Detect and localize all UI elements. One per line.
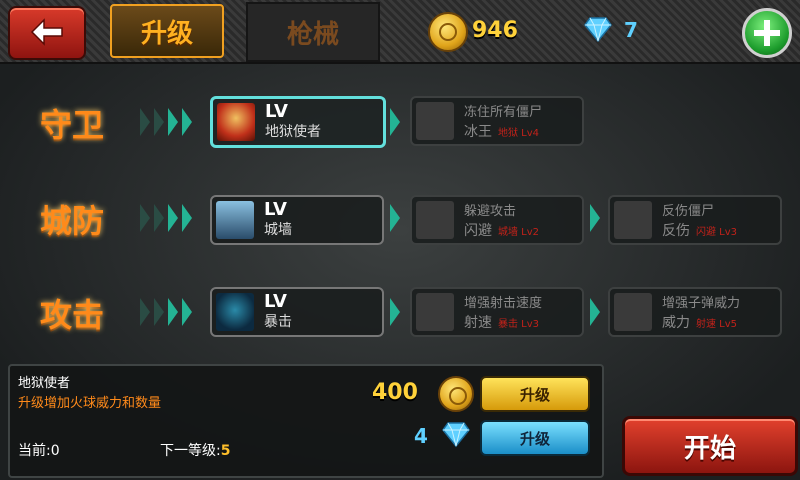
gem-count: 7 [624, 18, 638, 42]
skill-desc: 冻住所有僵尸 [464, 105, 543, 120]
gem-cost: 4 [414, 424, 428, 448]
coin-count: 946 [472, 18, 518, 43]
skill-name: 暴击 [264, 314, 292, 330]
skill-desc: 增强子弹威力 [662, 296, 741, 311]
selected-skill-description: 升级增加火球威力和数量 [18, 396, 162, 411]
arrow-chain [140, 298, 192, 326]
skill-requirement: 闪避 Lv3 [696, 227, 738, 238]
skill-reflect-damage[interactable]: 反伤僵尸 反伤 闪避 Lv3 [608, 195, 782, 245]
tab-guns[interactable]: 枪械 [246, 2, 380, 62]
skill-bullet-power[interactable]: 增强子弹威力 威力 射速 Lv5 [608, 287, 782, 337]
skill-fire-rate[interactable]: 增强射击速度 射速 暴击 Lv3 [410, 287, 584, 337]
arrow-next [390, 204, 400, 232]
skill-name-line: 威力 射速 Lv5 [662, 312, 737, 332]
skill-level: LV [264, 199, 287, 220]
skill-name: 反伤 [662, 223, 690, 239]
dodge-icon [416, 201, 454, 239]
skill-dodge[interactable]: 躲避攻击 闪避 城墙 Lv2 [410, 195, 584, 245]
add-currency-button[interactable] [742, 8, 792, 58]
ice-king-icon [416, 102, 454, 140]
skill-requirement: 城墙 Lv2 [498, 227, 540, 238]
arrow-next [390, 108, 400, 136]
skill-level: LV [264, 291, 287, 312]
arrow-chain [140, 204, 192, 232]
skill-name: 闪避 [464, 223, 492, 239]
bullet-power-icon [614, 293, 652, 331]
arrow-chain [140, 108, 192, 136]
next-level-label: 下一等级: [160, 443, 221, 459]
skill-desc: 躲避攻击 [464, 204, 517, 219]
fire-rate-icon [416, 293, 454, 331]
upgrade-with-gems-button[interactable]: 升级 [480, 420, 590, 456]
gem-icon [584, 17, 612, 42]
reflect-damage-icon [614, 201, 652, 239]
skill-name-line: 射速 暴击 Lv3 [464, 312, 539, 332]
arrow-next [590, 298, 600, 326]
critical-hit-icon [216, 293, 254, 331]
coin-cost: 400 [372, 380, 418, 405]
skill-requirement: 地狱 Lv4 [498, 128, 540, 139]
arrow-next [390, 298, 400, 326]
skill-name: 城墙 [264, 222, 292, 238]
skill-desc: 增强射击速度 [464, 296, 543, 311]
row-title-attack: 攻击 [40, 296, 105, 334]
city-wall-icon [216, 201, 254, 239]
skill-level: LV [265, 101, 288, 122]
coin-icon [438, 376, 474, 412]
back-button[interactable] [8, 6, 86, 60]
skill-name-line: 反伤 闪避 Lv3 [662, 220, 737, 240]
skill-requirement: 射速 Lv5 [696, 319, 738, 330]
selected-skill-name: 地狱使者 [18, 376, 71, 391]
skill-ice-king[interactable]: 冻住所有僵尸 冰王 地狱 Lv4 [410, 96, 584, 146]
row-title-defense: 城防 [40, 202, 105, 240]
skill-name: 威力 [662, 315, 690, 331]
skill-name-line: 冰王 地狱 Lv4 [464, 121, 539, 141]
skill-name: 地狱使者 [265, 124, 321, 140]
skill-detail-panel: 地狱使者 升级增加火球威力和数量 当前:0 下一等级:5 400 4 升级 升级 [8, 364, 604, 478]
skill-name: 射速 [464, 315, 492, 331]
skill-city-wall[interactable]: LV 城墙 [210, 195, 384, 245]
skill-requirement: 暴击 Lv3 [498, 319, 540, 330]
back-arrow-icon [30, 18, 63, 46]
start-button[interactable]: 开始 [622, 416, 798, 476]
current-level-label: 当前: [18, 443, 51, 459]
next-level-value: 5 [220, 443, 231, 459]
skill-desc: 反伤僵尸 [662, 204, 715, 219]
skill-name: 冰王 [464, 124, 492, 140]
row-title-guard: 守卫 [40, 106, 105, 144]
next-level: 下一等级:5 [160, 440, 230, 460]
skill-critical-hit[interactable]: LV 暴击 [210, 287, 384, 337]
arrow-next [590, 204, 600, 232]
coin-icon [428, 12, 468, 52]
top-bar: 升级 枪械 946 7 [0, 0, 800, 64]
gem-icon [442, 422, 470, 448]
hell-messenger-icon [217, 103, 255, 141]
skill-name-line: 闪避 城墙 Lv2 [464, 220, 539, 240]
current-level-value: 0 [50, 443, 60, 459]
skill-hell-messenger[interactable]: LV 地狱使者 [210, 96, 386, 148]
tab-upgrade[interactable]: 升级 [110, 4, 224, 58]
current-level: 当前:0 [18, 440, 60, 460]
upgrade-with-coins-button[interactable]: 升级 [480, 376, 590, 412]
